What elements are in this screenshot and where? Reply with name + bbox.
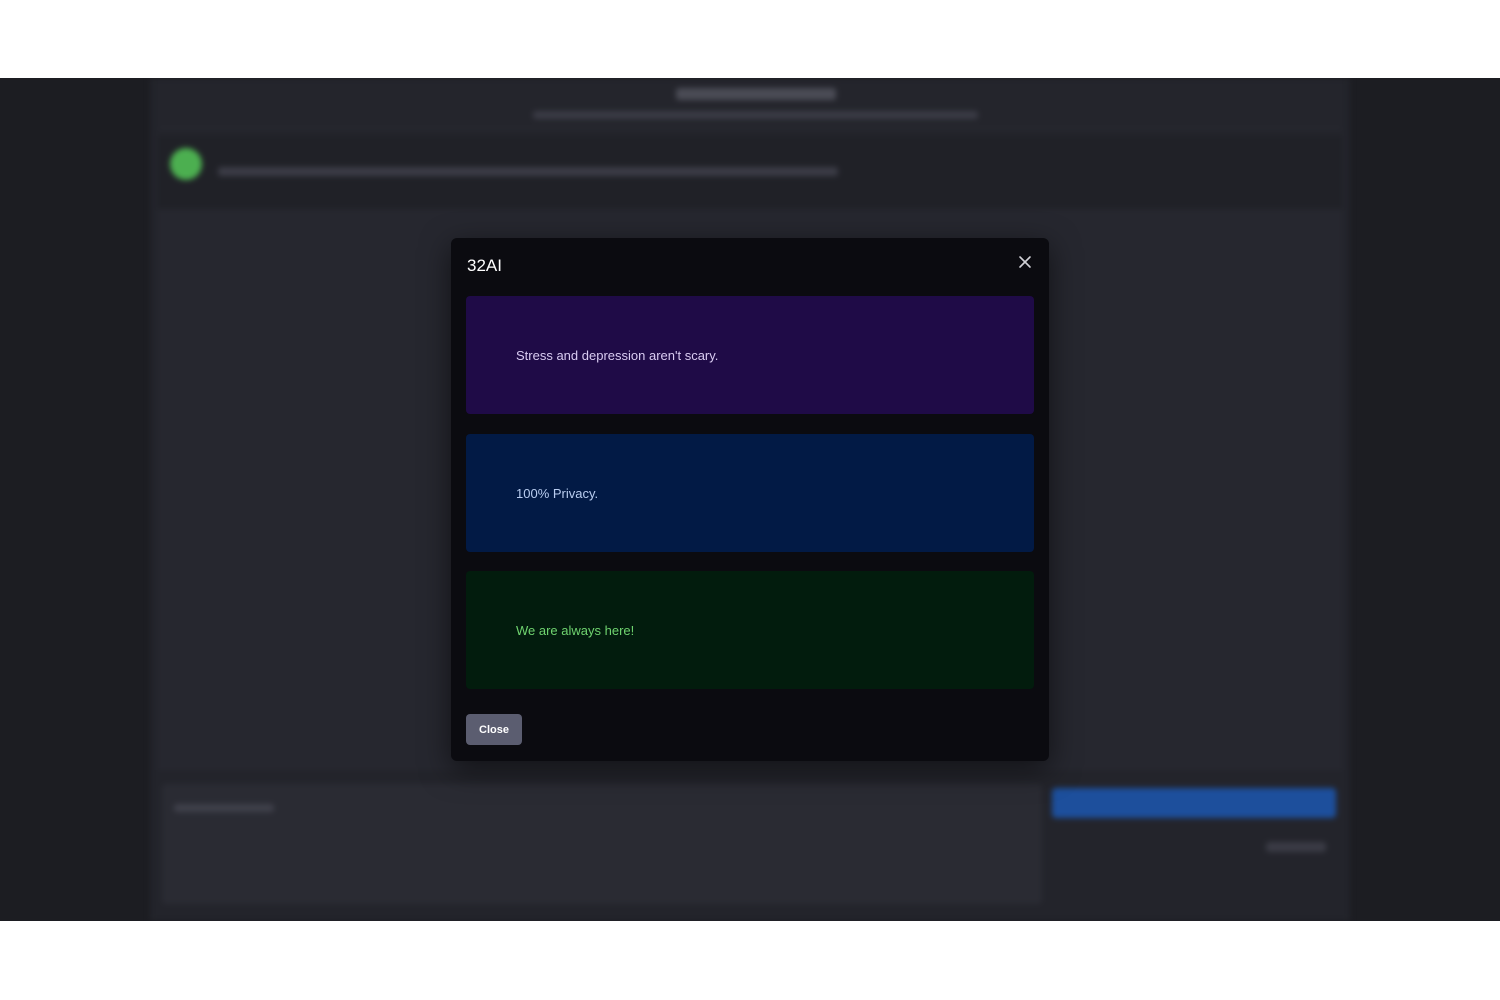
message-text [218, 167, 838, 176]
app-subtitle [533, 111, 978, 119]
chat-message [158, 136, 1342, 208]
send-button[interactable] [1052, 788, 1336, 818]
app-title [676, 88, 836, 100]
top-margin [0, 0, 1500, 78]
info-modal: 32AI Stress and depression aren't scary.… [451, 238, 1049, 761]
card-always-here: We are always here! [466, 571, 1034, 689]
card-stress-text: Stress and depression aren't scary. [516, 348, 719, 363]
close-button[interactable]: Close [466, 714, 522, 745]
card-privacy-text: 100% Privacy. [516, 486, 599, 501]
bottom-margin [0, 921, 1500, 1000]
close-icon-glyph [1019, 256, 1031, 268]
card-privacy: 100% Privacy. [466, 434, 1034, 552]
app-header [158, 78, 1342, 129]
message-input[interactable] [162, 784, 1042, 904]
card-always-here-text: We are always here! [516, 623, 635, 638]
close-icon[interactable] [1013, 250, 1037, 274]
modal-title: 32AI [467, 256, 502, 275]
app-viewport: 32AI Stress and depression aren't scary.… [0, 78, 1500, 921]
input-placeholder [174, 804, 274, 812]
card-stress: Stress and depression aren't scary. [466, 296, 1034, 414]
side-link[interactable] [1266, 842, 1326, 852]
avatar [170, 148, 202, 180]
